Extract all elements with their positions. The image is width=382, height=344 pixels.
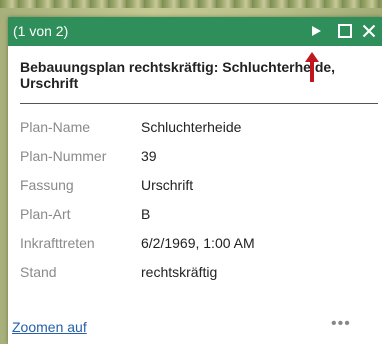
close-x-icon (362, 24, 376, 38)
popup-title: Bebauungsplan rechtskräftig: Schluchterh… (20, 59, 336, 91)
attribute-value: Schluchterheide (141, 119, 242, 135)
more-actions-button[interactable]: ••• (331, 315, 351, 333)
attribute-label: Plan-Art (20, 206, 71, 222)
attribute-value: 39 (141, 148, 157, 164)
attribute-row: Stand rechtskräftig (20, 263, 370, 287)
attribute-row: Inkrafttreten 6/2/1969, 1:00 AM (20, 234, 370, 258)
feature-counter: (1 von 2) (13, 23, 69, 39)
attribute-value: B (141, 206, 151, 222)
play-triangle-icon (312, 26, 321, 36)
map-edge (0, 0, 382, 8)
attribute-label: Fassung (20, 177, 74, 193)
popup-header: (1 von 2) (8, 17, 382, 46)
attribute-label: Plan-Nummer (20, 148, 107, 164)
attribute-value: rechtskräftig (141, 264, 218, 280)
close-button[interactable] (359, 21, 379, 41)
attribute-value: Urschrift (141, 177, 194, 193)
zoom-to-link[interactable]: Zoomen auf (12, 319, 87, 335)
attribute-row: Plan-Name Schluchterheide (20, 118, 370, 142)
info-popup: (1 von 2) Bebauungsplan rechtskräftig: S… (8, 17, 382, 344)
title-divider (20, 103, 378, 104)
red-arrow-up-icon (305, 52, 319, 82)
attribute-row: Fassung Urschrift (20, 176, 370, 200)
maximize-button[interactable] (335, 21, 355, 41)
attribute-value: 6/2/1969, 1:00 AM (141, 235, 255, 251)
next-feature-button[interactable] (306, 21, 326, 41)
attribute-label: Plan-Name (20, 119, 91, 135)
attribute-label: Stand (20, 264, 57, 280)
attribute-row: Plan-Art B (20, 205, 370, 229)
attribute-row: Plan-Nummer 39 (20, 147, 370, 171)
attribute-label: Inkrafttreten (20, 235, 95, 251)
maximize-square-icon (338, 24, 352, 38)
